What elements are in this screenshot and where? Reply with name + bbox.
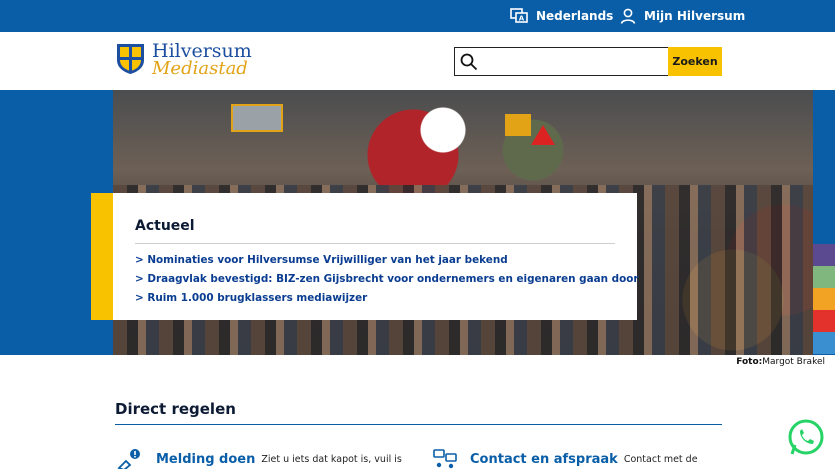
news-link[interactable]: > Ruim 1.000 brugklassers mediawijzer [135,289,615,308]
melding-doen-title: Melding doen [156,451,256,467]
search-input[interactable] [481,48,661,75]
hero-photo-sign [231,104,283,132]
hilversum-crest-icon [117,44,144,74]
actueel-heading: Actueel [135,218,195,234]
language-label: Nederlands [536,9,614,23]
photo-credit: Foto:Margot Brakel [736,357,825,367]
logo-text: Hilversum Mediastad [152,42,252,78]
logo-tagline: Mediastad [152,58,248,79]
site-logo[interactable]: Hilversum Mediastad [115,42,252,78]
side-stripe-orange [813,288,835,310]
contact-afspraak-description: Contact met de [623,453,698,465]
direct-regelen-divider [115,424,722,425]
user-icon [620,8,636,24]
warning-sign-icon [531,125,555,145]
top-bar: A Nederlands Mijn Hilversum [0,0,835,32]
side-stripe-red [813,310,835,332]
account-link[interactable]: Mijn Hilversum [620,0,745,32]
side-stripe-blue [813,332,835,354]
account-label: Mijn Hilversum [644,9,746,23]
search-form: Zoeken [454,47,722,76]
search-box [454,47,668,76]
photo-credit-name: Margot Brakel [762,357,825,367]
language-switch[interactable]: A Nederlands [510,0,613,32]
site-header: Hilversum Mediastad Zoeken [0,32,835,90]
actueel-divider [135,243,615,244]
contact-icon [433,449,457,469]
whatsapp-icon [788,419,824,455]
report-issue-icon [117,449,140,469]
contact-afspraak-title: Contact en afspraak [470,451,618,467]
search-icon [460,53,478,71]
search-button[interactable]: Zoeken [668,47,722,76]
svg-text:A: A [519,15,525,23]
actueel-accent-bar [91,193,113,320]
news-link[interactable]: > Nominaties voor Hilversumse Vrijwillig… [135,251,615,270]
actueel-panel: Actueel > Nominaties voor Hilversumse Vr… [113,193,638,320]
hero-photo-road-sign [505,114,531,136]
news-link[interactable]: > Draagvlak bevestigd: BIZ-zen Gijsbrech… [135,270,638,289]
direct-regelen-heading: Direct regelen [115,400,236,418]
melding-doen-description: Ziet u iets dat kapot is, vuil is [261,453,402,465]
photo-credit-label: Foto: [736,357,763,367]
direct-regelen-section: Direct regelen [115,400,236,418]
contact-afspraak-link[interactable]: Contact en afspraak Contact met de [432,448,698,469]
melding-doen-link[interactable]: Melding doen Ziet u iets dat kapot is, v… [116,448,402,469]
side-stripe-green [813,266,835,288]
side-stripe-purple [813,244,835,266]
translate-icon: A [510,8,528,23]
whatsapp-button[interactable] [786,418,826,458]
